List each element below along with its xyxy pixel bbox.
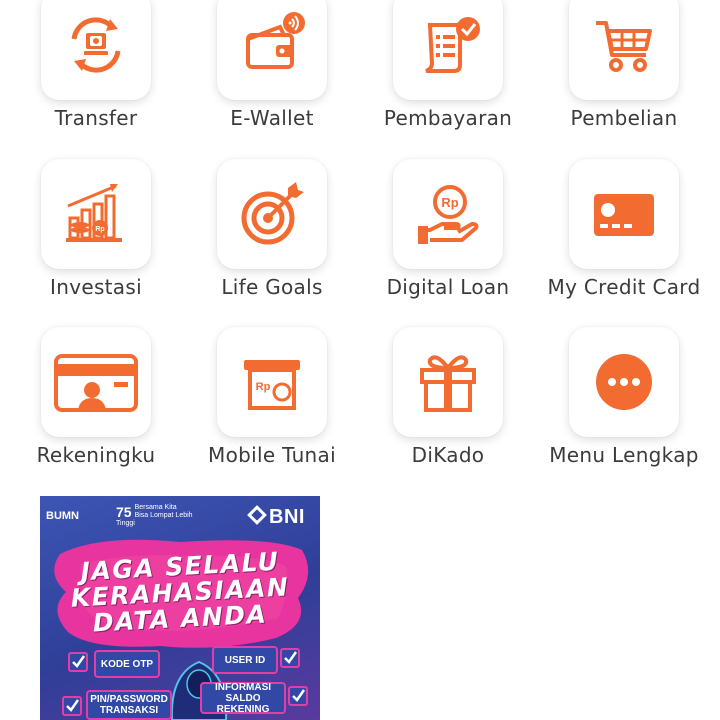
bni-logo: BNI xyxy=(247,505,305,529)
menu-item-mobile-tunai[interactable]: Rp Mobile Tunai xyxy=(184,327,360,467)
menu-label: Pembayaran xyxy=(383,106,513,130)
banner-header: BUMN 75 Bersama Kita Bisa Lompat Lebih T… xyxy=(40,496,320,538)
more-dots-icon xyxy=(596,354,652,410)
menu-item-e-wallet[interactable]: E-Wallet xyxy=(184,0,360,130)
security-promo-banner[interactable]: BUMN 75 Bersama Kita Bisa Lompat Lebih T… xyxy=(40,496,320,720)
mobile-tunai-tile[interactable]: Rp xyxy=(217,327,327,437)
menu-label: My Credit Card xyxy=(547,275,701,299)
menu-item-investasi[interactable]: Rp Investasi xyxy=(8,159,184,299)
kode-otp-badge: KODE OTP xyxy=(94,650,160,678)
investasi-tile[interactable]: Rp xyxy=(41,159,151,269)
rekeningku-tile[interactable] xyxy=(41,327,151,437)
bni-brand: BNI xyxy=(269,506,305,528)
transfer-tile[interactable] xyxy=(41,0,151,100)
menu-label: Life Goals xyxy=(221,275,323,299)
menu-lengkap-tile[interactable] xyxy=(569,327,679,437)
menu-item-pembayaran[interactable]: Pembayaran xyxy=(360,0,536,130)
menu-label: Investasi xyxy=(50,275,142,299)
dikado-tile[interactable] xyxy=(393,327,503,437)
credit-card-icon xyxy=(594,194,654,236)
e-wallet-tile[interactable] xyxy=(217,0,327,100)
account-card-icon xyxy=(54,354,138,412)
my-credit-card-tile[interactable] xyxy=(569,159,679,269)
menu-label: E-Wallet xyxy=(230,106,314,130)
shopping-cart-icon xyxy=(596,21,652,72)
menu-label: Pembelian xyxy=(570,106,678,130)
check-informasi-icon xyxy=(288,686,308,706)
target-icon xyxy=(241,182,304,245)
investment-chart-icon: Rp xyxy=(66,184,122,242)
life-goals-tile[interactable] xyxy=(217,159,327,269)
svg-text:Rp: Rp xyxy=(256,381,271,393)
svg-text:Rp: Rp xyxy=(441,195,458,210)
menu-item-rekeningku[interactable]: Rekeningku xyxy=(8,327,184,467)
user-id-badge: USER ID xyxy=(212,646,278,674)
svg-text:Rp: Rp xyxy=(95,226,104,233)
menu-item-digital-loan[interactable]: Rp Digital Loan xyxy=(360,159,536,299)
menu-label: Transfer xyxy=(54,106,138,130)
menu-item-life-goals[interactable]: Life Goals xyxy=(184,159,360,299)
anniversary-logo: 75 Bersama Kita Bisa Lompat Lebih Tinggi xyxy=(116,504,195,528)
digital-loan-tile[interactable]: Rp xyxy=(393,159,503,269)
menu-label: Digital Loan xyxy=(386,275,510,299)
wallet-icon xyxy=(246,12,305,69)
menu-item-my-credit-card[interactable]: My Credit Card xyxy=(536,159,712,299)
menu-label: Mobile Tunai xyxy=(208,443,336,467)
pembayaran-tile[interactable] xyxy=(393,0,503,100)
menu-label: DiKado xyxy=(411,443,485,467)
informasi-badge: INFORMASI SALDO REKENING xyxy=(200,682,286,715)
check-user-id-icon xyxy=(280,648,300,668)
pembelian-tile[interactable] xyxy=(569,0,679,100)
bni-mark-icon xyxy=(247,505,267,525)
gift-icon xyxy=(420,355,476,412)
loan-hand-coin-icon: Rp xyxy=(418,185,479,244)
password-badge: PIN/PASSWORD TRANSAKSI xyxy=(86,690,172,720)
check-password-icon xyxy=(62,696,82,716)
payment-receipt-icon xyxy=(425,17,480,73)
anniversary-number: 75 xyxy=(116,504,132,520)
menu-label: Rekeningku xyxy=(36,443,156,467)
atm-cash-icon: Rp xyxy=(244,360,300,410)
menu-item-transfer[interactable]: Transfer xyxy=(8,0,184,130)
menu-item-menu-lengkap[interactable]: Menu Lengkap xyxy=(536,327,712,467)
transfer-icon xyxy=(71,17,121,73)
menu-item-pembelian[interactable]: Pembelian xyxy=(536,0,712,130)
menu-label: Menu Lengkap xyxy=(549,443,699,467)
menu-item-dikado[interactable]: DiKado xyxy=(360,327,536,467)
bumn-logo: BUMN xyxy=(46,510,79,522)
check-kode-otp-icon xyxy=(68,652,88,672)
